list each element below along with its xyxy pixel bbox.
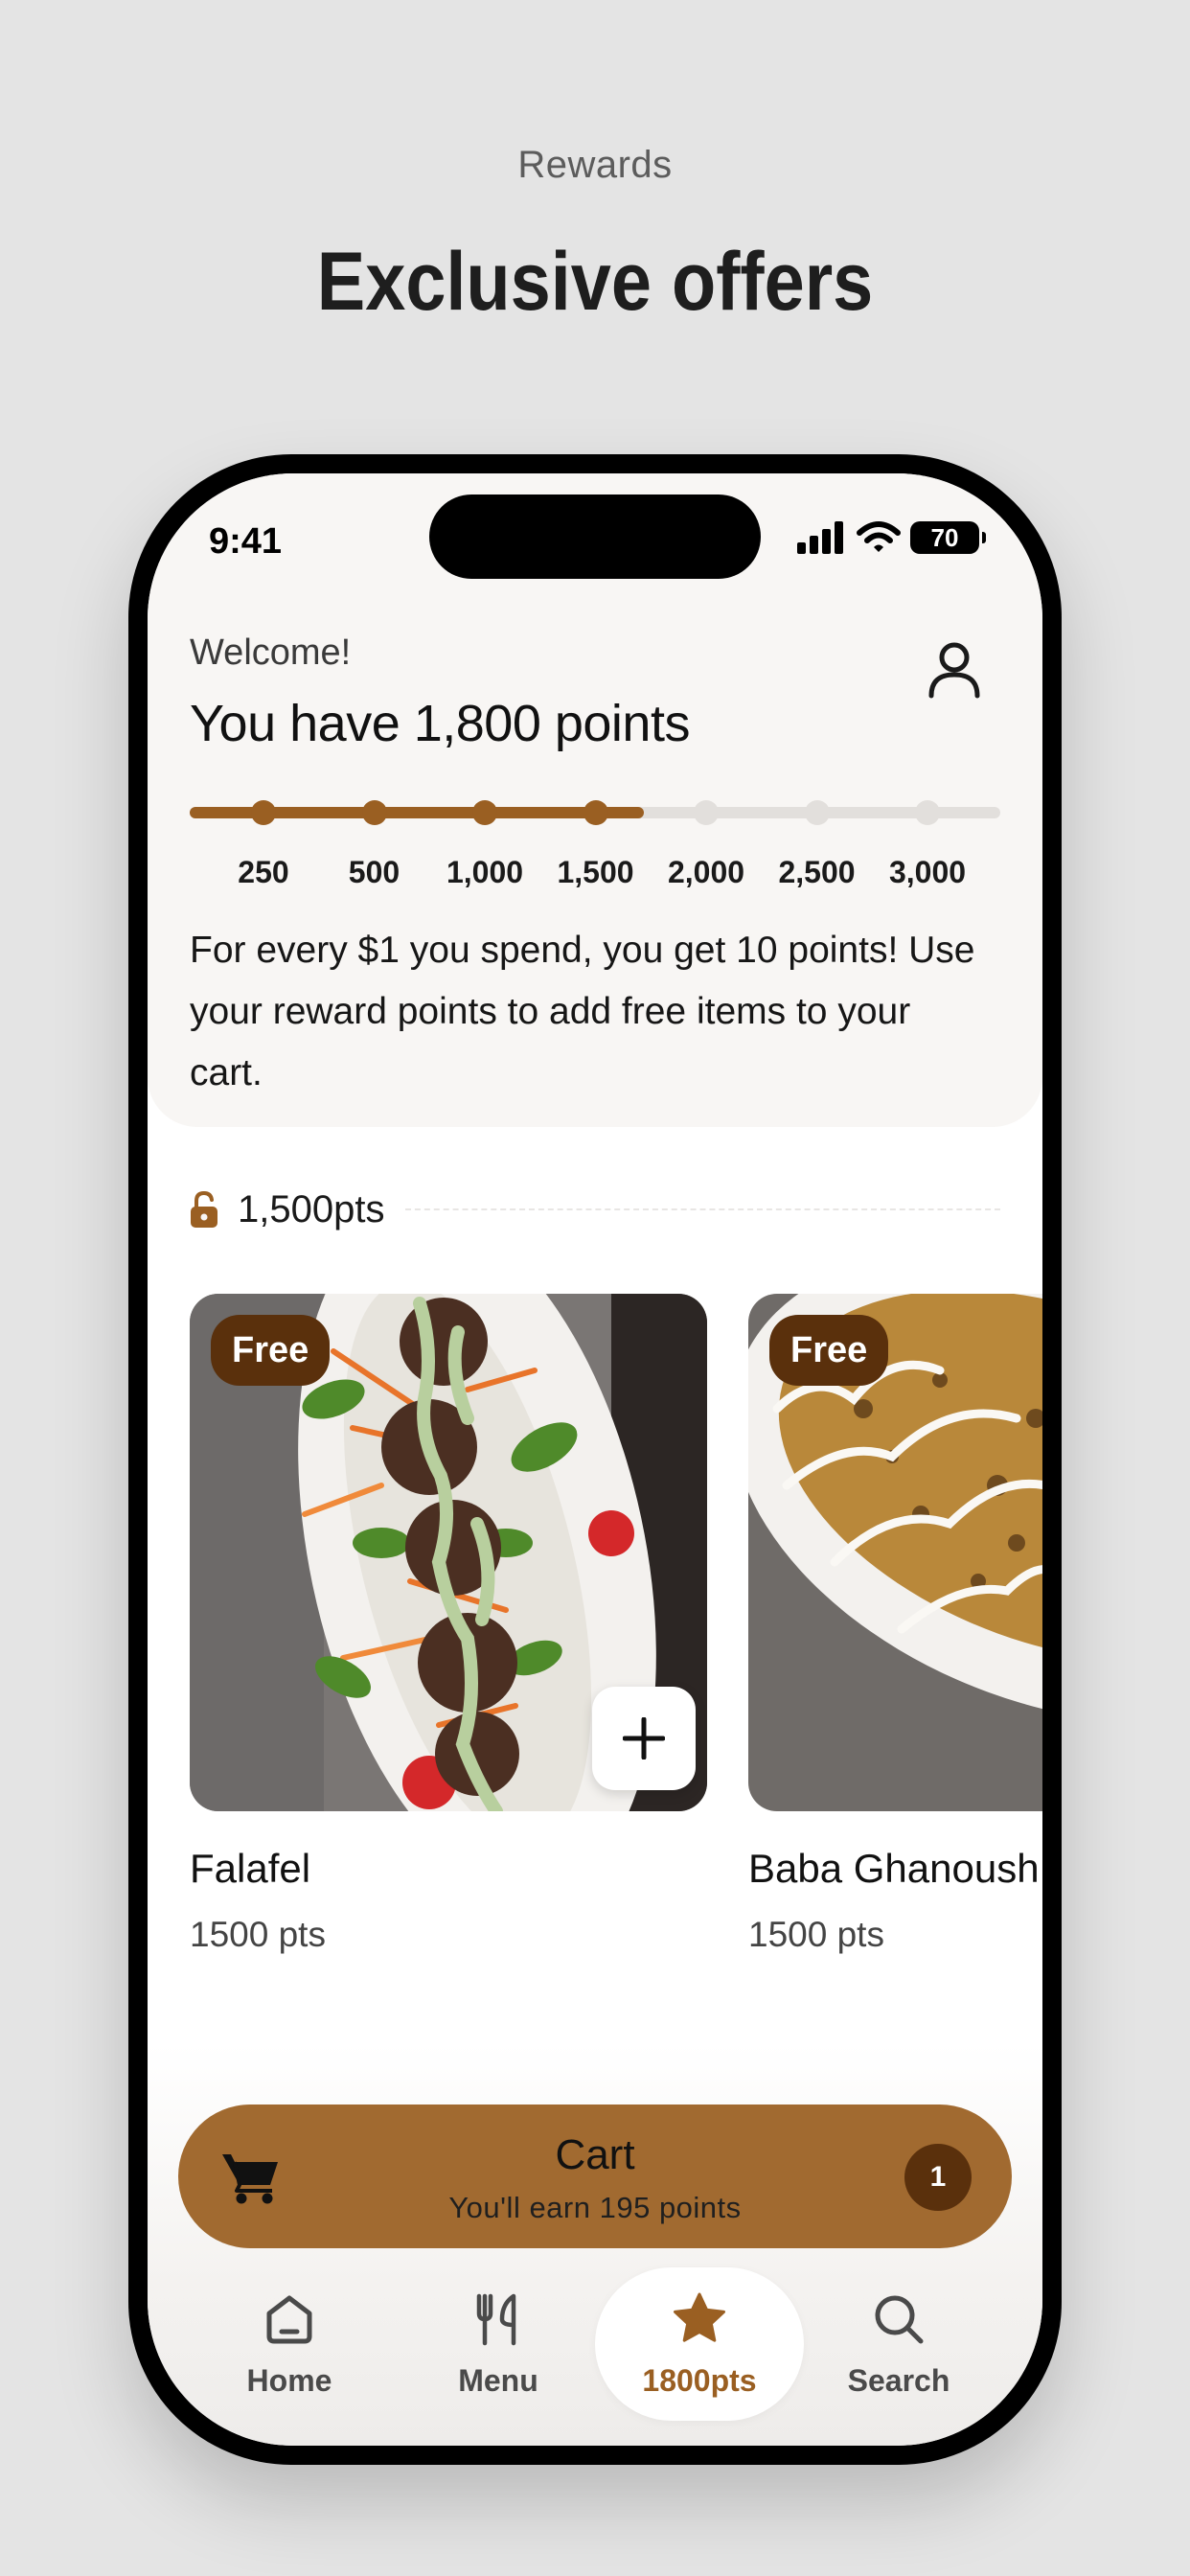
tab-label: Home [246,2362,332,2398]
item-name: Baba Ghanoush [748,1846,1040,1891]
item-image-falafel: Free [190,1294,707,1811]
progress-tick-dot [694,800,719,825]
item-image-baba-ghanoush: Free [748,1294,1042,1811]
reward-item-card[interactable]: Free Baba Ghanoush 1500 pts [748,1294,1042,1955]
progress-tick-label: 500 [348,855,400,889]
wifi-icon [857,521,901,552]
status-time: 9:41 [209,521,283,562]
progress-tick-dot [251,800,276,825]
tab-home[interactable]: Home [185,2267,394,2421]
profile-button[interactable] [924,638,985,700]
progress-tick-label: 2,500 [778,855,856,889]
tab-search[interactable]: Search [794,2267,1003,2421]
tab-label: Menu [458,2362,538,2398]
plus-icon [623,1717,665,1760]
progress-tick-label: 3,000 [888,855,967,889]
item-points: 1500 pts [190,1915,326,1954]
search-icon [875,2295,924,2343]
tab-label: Search [847,2362,950,2398]
user-icon [928,642,980,699]
progress-tick-dot [361,800,387,825]
signal-icon [797,521,843,554]
tab-bar: Home Menu 1800pts Search [148,2267,1042,2421]
progress-tick-label: 2,000 [667,855,745,889]
rewards-panel: 9:41 70 Welcome! You have 1,800 points 2… [148,473,1042,1127]
cart-button[interactable]: Cart You'll earn 195 points 1 [178,2104,1012,2248]
progress-tick-label: 250 [238,855,289,889]
cart-title: Cart [555,2131,635,2178]
tab-label: 1800pts [642,2362,757,2398]
page-label: Rewards [517,144,673,186]
progress-tick-dot [915,800,940,825]
welcome-text: Welcome! [190,632,352,673]
item-points: 1500 pts [748,1915,884,1954]
home-icon [266,2295,312,2343]
tier-divider [405,1208,1000,1210]
item-name: Falafel [190,1846,311,1891]
tier-header: 1,500pts [190,1183,1000,1236]
status-icons: 70 [797,521,986,554]
tab-rewards[interactable]: 1800pts [595,2267,804,2421]
free-badge: Free [211,1315,331,1386]
tier-label: 1,500pts [238,1187,385,1230]
add-to-cart-button[interactable] [592,1687,696,1790]
points-title: You have 1,800 points [190,695,690,752]
star-icon [674,2292,725,2342]
progress-tick-dot [472,800,497,825]
progress-tick-label: 1,500 [557,855,634,889]
battery-indicator: 70 [910,521,986,554]
progress-tick-label: 1,000 [446,855,524,889]
reward-item-card[interactable]: Free Falafel 1500 pts [190,1294,707,1955]
points-info-text: For every $1 you spend, you get 10 point… [190,930,975,1093]
utensils-icon [476,2293,516,2345]
points-progress-bar [190,800,1000,825]
progress-tick-dot [583,800,608,825]
dynamic-island [429,494,761,579]
unlock-icon [191,1190,217,1228]
tab-menu[interactable]: Menu [394,2267,603,2421]
progress-tick-dot [804,800,830,825]
page-title: Exclusive offers [316,236,874,328]
cart-count-badge: 1 [904,2144,972,2211]
cart-subtitle: You'll earn 195 points [448,2191,742,2224]
phone-screen: 9:41 70 Welcome! You have 1,800 points 2… [148,473,1042,2446]
phone-frame: 9:41 70 Welcome! You have 1,800 points 2… [128,454,1062,2465]
free-badge: Free [769,1315,889,1386]
